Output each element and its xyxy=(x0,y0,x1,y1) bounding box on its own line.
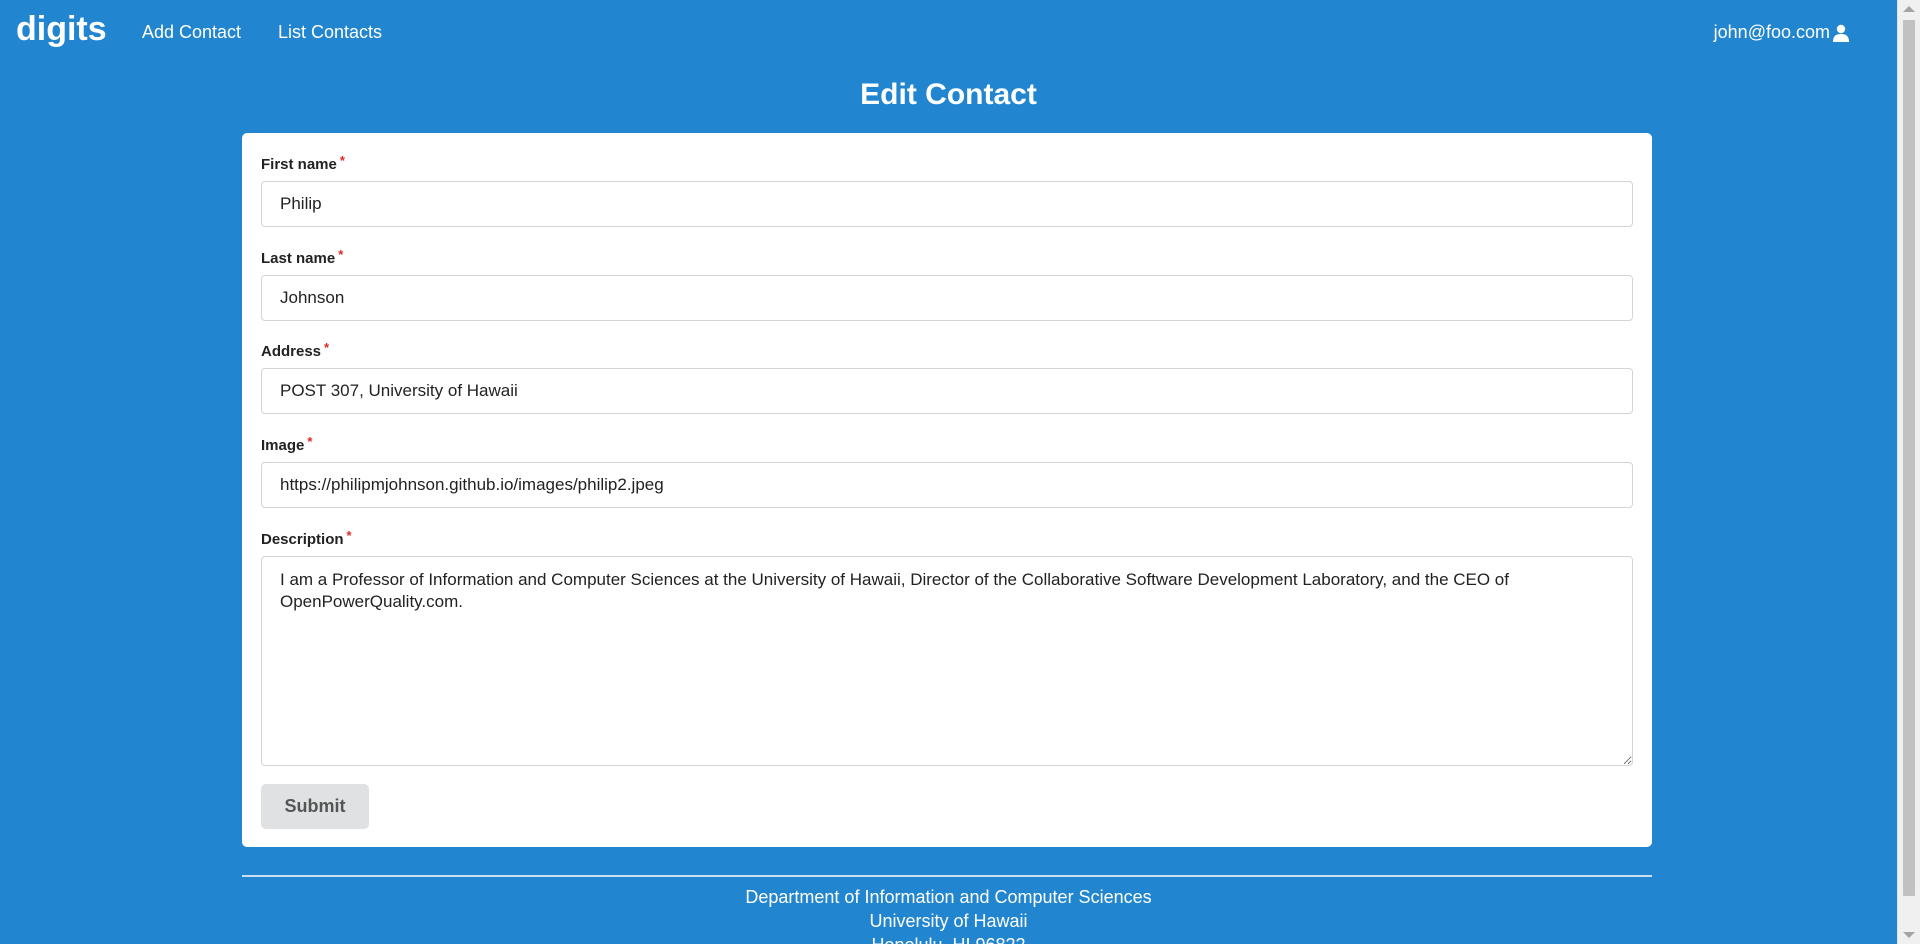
description-label-text: Description xyxy=(261,531,344,548)
last-name-label-text: Last name xyxy=(261,250,336,267)
last-name-label: Last name * xyxy=(261,247,344,267)
required-marker: * xyxy=(346,528,352,543)
address-input[interactable] xyxy=(261,368,1633,414)
footer-location: Honolulu, HI 96822 xyxy=(0,933,1897,944)
footer-divider xyxy=(242,875,1652,877)
edit-contact-form: First name* Last name* Address* Image* D… xyxy=(242,133,1652,847)
description-textarea[interactable]: I am a Professor of Information and Comp… xyxy=(261,556,1633,766)
address-label: Address * xyxy=(261,340,330,360)
scroll-up-arrow-icon[interactable] xyxy=(1903,6,1915,12)
first-name-label: First name * xyxy=(261,153,345,173)
user-email: john@foo.com xyxy=(1713,22,1830,42)
footer-university: University of Hawaii xyxy=(869,911,1028,931)
scroll-down-arrow-icon[interactable] xyxy=(1903,932,1915,938)
vertical-scrollbar[interactable] xyxy=(1897,0,1920,944)
nav-add-contact[interactable]: Add Contact xyxy=(142,22,241,43)
brand-logo[interactable]: digits xyxy=(16,10,107,49)
address-label-text: Address xyxy=(261,343,322,360)
required-marker: * xyxy=(307,434,313,449)
last-name-input[interactable] xyxy=(261,275,1633,321)
required-marker: * xyxy=(324,340,330,355)
image-label-text: Image xyxy=(261,437,305,454)
footer: Department of Information and Computer S… xyxy=(0,885,1897,944)
first-name-label-text: First name xyxy=(261,156,337,173)
required-marker: * xyxy=(339,153,345,168)
user-icon xyxy=(1832,24,1850,42)
first-name-input[interactable] xyxy=(261,181,1633,227)
image-url-input[interactable] xyxy=(261,462,1633,508)
image-label: Image * xyxy=(261,434,313,454)
top-navbar: digits Add Contact List Contacts john@fo… xyxy=(0,0,1897,64)
user-menu[interactable]: john@foo.com xyxy=(1714,22,1850,43)
required-marker: * xyxy=(338,247,344,262)
nav-list-contacts[interactable]: List Contacts xyxy=(278,22,382,43)
page-title: Edit Contact xyxy=(860,78,1037,111)
footer-department: Department of Information and Computer S… xyxy=(745,887,1152,907)
scroll-thumb[interactable] xyxy=(1903,20,1915,896)
description-label: Description * xyxy=(261,528,352,548)
submit-button[interactable]: Submit xyxy=(261,784,369,829)
